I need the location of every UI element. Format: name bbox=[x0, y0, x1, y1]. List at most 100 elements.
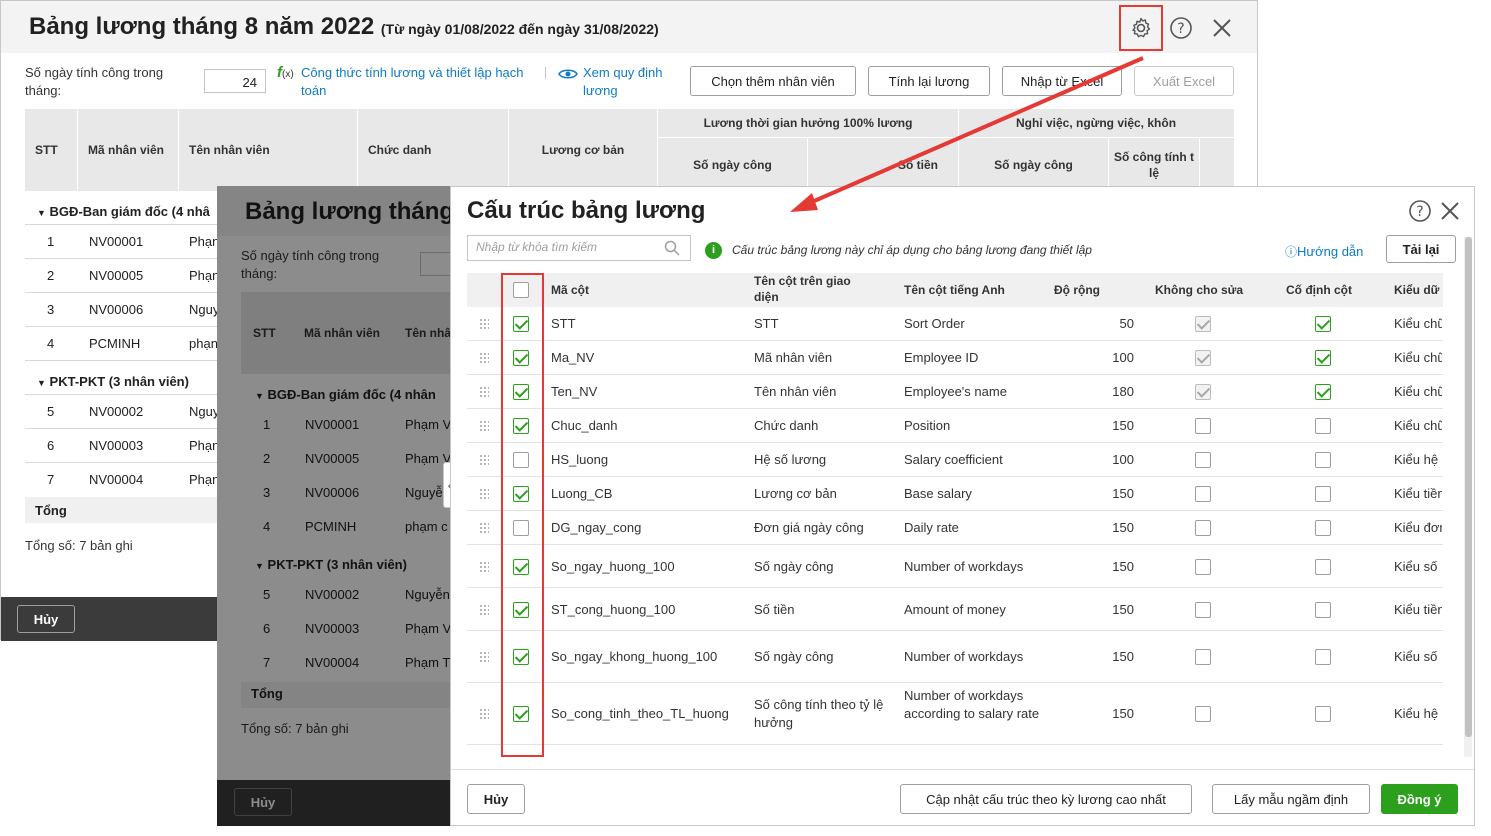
row-code: Chuc_danh bbox=[551, 418, 618, 433]
no-edit-checkbox[interactable] bbox=[1195, 649, 1211, 665]
no-edit-checkbox[interactable] bbox=[1195, 520, 1211, 536]
add-employee-button[interactable]: Chọn thêm nhân viên bbox=[690, 66, 856, 96]
no-edit-checkbox[interactable] bbox=[1195, 418, 1211, 434]
pin-column-checkbox[interactable] bbox=[1315, 558, 1331, 575]
row-name: Nguy bbox=[189, 404, 220, 419]
row-en-name: Number of workdays bbox=[904, 649, 1024, 664]
row-code: DG_ngay_cong bbox=[551, 520, 642, 535]
export-excel-button[interactable]: Xuất Excel bbox=[1134, 66, 1234, 96]
pin-column-checkbox[interactable] bbox=[1315, 350, 1331, 366]
no-edit-checkbox[interactable] bbox=[1195, 486, 1211, 502]
cancel-button[interactable]: Hủy bbox=[467, 784, 525, 814]
col-pinned: Cố định cột bbox=[1286, 283, 1352, 297]
row-en-name: Salary coefficient bbox=[904, 452, 1003, 467]
row-width: 150 bbox=[1112, 486, 1134, 501]
row-name: Phạn bbox=[189, 268, 220, 283]
drag-handle-icon[interactable] bbox=[479, 708, 489, 720]
pin-column-checkbox[interactable] bbox=[1315, 520, 1331, 536]
drag-handle-icon[interactable] bbox=[479, 522, 489, 534]
col-name: Tên nhân viên bbox=[179, 109, 357, 191]
drag-handle-icon[interactable] bbox=[479, 318, 489, 330]
scrollbar-thumb[interactable] bbox=[1465, 237, 1472, 737]
row-name: Nguy bbox=[189, 302, 220, 317]
help-icon[interactable]: ? bbox=[1169, 16, 1193, 40]
row-code: NV00004 bbox=[89, 472, 144, 487]
no-edit-checkbox bbox=[1195, 350, 1211, 366]
pin-column-checkbox[interactable] bbox=[1315, 649, 1331, 665]
row-ui-name: Số tiền bbox=[754, 601, 795, 617]
pin-column-checkbox[interactable] bbox=[1315, 486, 1331, 502]
salary-structure-dialog: Cấu trúc bảng lương ? Nhập từ khóa tìm k… bbox=[450, 186, 1475, 826]
row-code: ST_cong_huong_100 bbox=[551, 601, 676, 617]
search-input[interactable]: Nhập từ khóa tìm kiếm bbox=[467, 235, 691, 261]
drag-handle-icon[interactable] bbox=[479, 651, 489, 663]
pin-column-checkbox[interactable] bbox=[1315, 384, 1331, 400]
help-link[interactable]: ⓘHướng dẫn bbox=[1285, 243, 1363, 260]
close-icon[interactable] bbox=[1439, 200, 1461, 222]
row-ui-name: Lương cơ bản bbox=[754, 486, 837, 501]
row-code: Luong_CB bbox=[551, 486, 613, 501]
col-type: Kiểu dữ bbox=[1394, 283, 1440, 297]
pin-column-checkbox[interactable] bbox=[1315, 601, 1331, 618]
col-code: Mã nhân viên bbox=[78, 109, 178, 191]
row-ui-name: STT bbox=[754, 316, 779, 331]
drag-handle-icon[interactable] bbox=[479, 603, 489, 616]
col-stt: STT bbox=[25, 109, 77, 191]
drag-handle-icon[interactable] bbox=[479, 352, 489, 364]
col-position: Chức danh bbox=[358, 109, 508, 191]
pin-column-checkbox[interactable] bbox=[1315, 452, 1331, 468]
group-row-pkt[interactable]: ▼ PKT-PKT (3 nhân viên) bbox=[37, 374, 189, 389]
workdays-input[interactable]: 24 bbox=[204, 69, 266, 93]
row-code: So_ngay_khong_huong_100 bbox=[551, 649, 718, 664]
update-structure-button[interactable]: Cập nhật cấu trúc theo kỳ lương cao nhất bbox=[900, 784, 1192, 814]
group-row-bgd[interactable]: ▼ BGĐ-Ban giám đốc (4 nhâ bbox=[37, 204, 210, 219]
default-template-button[interactable]: Lấy mẫu ngầm định bbox=[1212, 784, 1370, 814]
gear-icon[interactable] bbox=[1129, 16, 1153, 40]
drag-handle-icon[interactable] bbox=[479, 488, 489, 500]
row-code: NV00005 bbox=[89, 268, 144, 283]
import-excel-button[interactable]: Nhập từ Excel bbox=[1002, 66, 1122, 96]
col-group-leave: Nghỉ việc, ngừng việc, khôn bbox=[958, 109, 1234, 137]
no-edit-checkbox bbox=[1195, 316, 1211, 332]
row-type: Kiểu số bbox=[1394, 558, 1438, 574]
info-text: Cấu trúc bảng lương này chỉ áp dụng cho … bbox=[732, 243, 1092, 257]
cancel-button[interactable]: Hủy bbox=[17, 605, 75, 633]
help-icon[interactable]: ? bbox=[1408, 199, 1432, 223]
row-code: NV00002 bbox=[89, 404, 144, 419]
formula-link[interactable]: Công thức tính lương và thiết lập hạch t… bbox=[301, 64, 536, 100]
close-icon[interactable] bbox=[1211, 17, 1233, 39]
no-edit-checkbox[interactable] bbox=[1195, 706, 1211, 722]
drag-handle-icon[interactable] bbox=[479, 420, 489, 432]
row-width: 150 bbox=[1112, 558, 1134, 574]
row-ui-name: Mã nhân viên bbox=[754, 350, 833, 365]
col-code: Mã cột bbox=[551, 283, 590, 297]
row-width: 150 bbox=[1112, 649, 1134, 664]
pin-column-checkbox[interactable] bbox=[1315, 316, 1331, 332]
row-ui-name: Số công tính theo tỷ lệ hưởng bbox=[754, 697, 884, 730]
row-stt: 1 bbox=[47, 234, 55, 249]
reload-button[interactable]: Tải lại bbox=[1386, 235, 1456, 263]
drag-handle-icon[interactable] bbox=[479, 454, 489, 466]
row-type: Kiểu tiền bbox=[1394, 486, 1442, 501]
no-edit-checkbox[interactable] bbox=[1195, 558, 1211, 575]
view-rules-link[interactable]: Xem quy định lương bbox=[583, 64, 678, 100]
pin-column-checkbox[interactable] bbox=[1315, 418, 1331, 434]
row-code: NV00006 bbox=[89, 302, 144, 317]
row-width: 150 bbox=[1112, 418, 1134, 433]
col-g2-days: Số ngày công bbox=[959, 138, 1108, 191]
row-type: Kiểu chữ bbox=[1394, 316, 1442, 331]
pin-column-checkbox[interactable] bbox=[1315, 706, 1331, 722]
drag-handle-icon[interactable] bbox=[479, 386, 489, 398]
row-en-name: Position bbox=[904, 418, 951, 433]
row-name: Phạn bbox=[189, 472, 220, 487]
row-type: Kiểu chữ bbox=[1394, 384, 1442, 399]
drag-handle-icon[interactable] bbox=[479, 560, 489, 573]
row-code: Ma_NV bbox=[551, 350, 595, 365]
recalculate-button[interactable]: Tính lại lương bbox=[868, 66, 990, 96]
eye-icon bbox=[558, 69, 578, 79]
no-edit-checkbox[interactable] bbox=[1195, 452, 1211, 468]
row-width: 150 bbox=[1112, 520, 1134, 535]
no-edit-checkbox[interactable] bbox=[1195, 601, 1211, 618]
row-type: Kiểu tiền bbox=[1394, 601, 1442, 617]
ok-button[interactable]: Đồng ý bbox=[1381, 784, 1458, 814]
